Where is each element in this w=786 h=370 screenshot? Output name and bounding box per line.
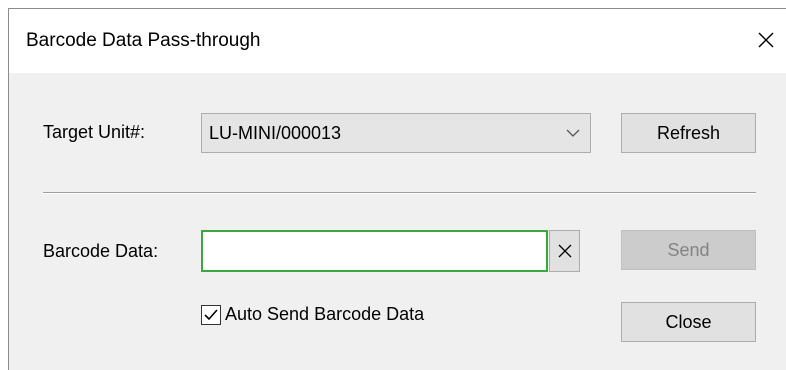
target-unit-label: Target Unit#: <box>43 122 146 142</box>
separator <box>43 192 756 194</box>
chevron-down-icon <box>566 129 580 137</box>
auto-send-label: Auto Send Barcode Data <box>225 304 425 324</box>
close-icon <box>758 32 774 48</box>
barcode-pass-through-dialog: Barcode Data Pass-through Target Unit#: … <box>8 8 786 370</box>
checkmark-icon <box>204 309 218 321</box>
target-unit-value: LU-MINI/000013 <box>209 123 342 143</box>
window-title: Barcode Data Pass-through <box>26 30 261 51</box>
window-close-button[interactable] <box>746 20 786 60</box>
target-unit-dropdown[interactable]: LU-MINI/000013 <box>201 113 591 153</box>
clear-x-icon <box>558 244 572 258</box>
barcode-data-label: Barcode Data: <box>43 241 159 261</box>
dialog-body: Target Unit#: LU-MINI/000013 Refresh Bar… <box>9 73 786 370</box>
barcode-data-input[interactable] <box>201 230 548 272</box>
title-bar: Barcode Data Pass-through <box>9 9 786 73</box>
clear-barcode-button[interactable] <box>549 230 580 272</box>
refresh-button[interactable]: Refresh <box>621 113 756 153</box>
send-button[interactable]: Send <box>621 230 756 270</box>
checkbox-box[interactable] <box>201 305 221 325</box>
close-button[interactable]: Close <box>621 302 756 342</box>
